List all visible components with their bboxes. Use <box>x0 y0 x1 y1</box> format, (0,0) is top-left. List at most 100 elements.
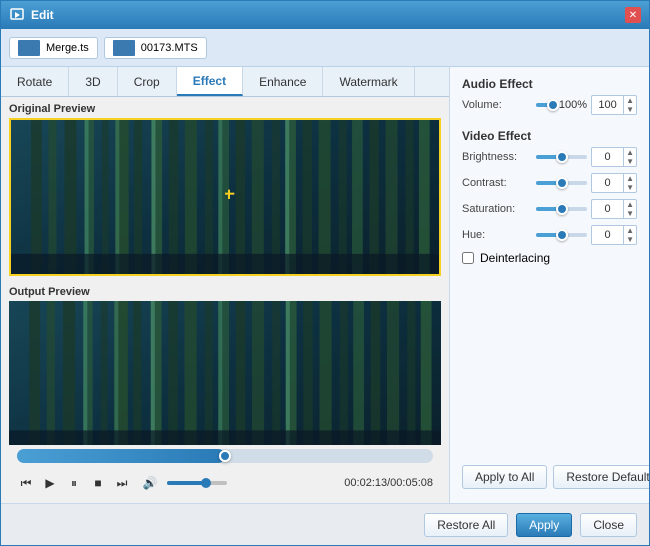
apply-to-all-button[interactable]: Apply to All <box>462 465 547 489</box>
window-title: Edit <box>31 8 625 22</box>
contrast-down[interactable]: ▼ <box>624 183 636 192</box>
skip-forward-button[interactable]: ⏭ <box>113 474 131 492</box>
volume-slider-track[interactable] <box>536 103 555 107</box>
volume-spin-down[interactable]: ▼ <box>624 105 636 114</box>
volume-row: Volume: 100% 100 ▲ ▼ <box>462 95 637 115</box>
tab-watermark[interactable]: Watermark <box>323 67 414 96</box>
pause-button[interactable]: ⏸ <box>65 474 83 492</box>
close-button[interactable]: Close <box>580 513 637 537</box>
tab-bar: Rotate 3D Crop Effect Enhance Watermark <box>1 67 449 97</box>
contrast-row: Contrast: 0 ▲ ▼ <box>462 173 637 193</box>
tab-rotate[interactable]: Rotate <box>1 67 69 96</box>
file-name-mts: 00173.MTS <box>141 42 198 54</box>
volume-icon: 🔊 <box>141 474 159 492</box>
contrast-slider[interactable] <box>536 181 587 185</box>
hue-label: Hue: <box>462 229 532 241</box>
app-icon <box>9 7 25 23</box>
saturation-arrows: ▲ ▼ <box>623 200 636 218</box>
play-button[interactable]: ▶ <box>41 474 59 492</box>
volume-slider[interactable] <box>167 481 227 485</box>
hue-value: 0 <box>592 229 623 241</box>
controls-bar: ⏮ ▶ ⏸ ■ ⏭ 🔊 00:02:13/00:05:08 <box>9 467 441 499</box>
saturation-thumb <box>556 203 568 215</box>
volume-thumb <box>201 478 211 488</box>
saturation-up[interactable]: ▲ <box>624 200 636 209</box>
brightness-label: Brightness: <box>462 151 532 163</box>
tab-enhance[interactable]: Enhance <box>243 67 323 96</box>
deinterlacing-row: Deinterlacing <box>462 251 637 265</box>
saturation-label: Saturation: <box>462 203 532 215</box>
brightness-row: Brightness: 0 ▲ ▼ <box>462 147 637 167</box>
contrast-spinbox[interactable]: 0 ▲ ▼ <box>591 173 637 193</box>
original-preview-label: Original Preview <box>9 103 441 115</box>
progress-thumb <box>219 450 231 462</box>
title-bar: Edit ✕ <box>1 1 649 29</box>
volume-slider-thumb <box>547 99 559 111</box>
tab-effect[interactable]: Effect <box>177 67 243 96</box>
hue-spinbox[interactable]: 0 ▲ ▼ <box>591 225 637 245</box>
video-effect-title: Video Effect <box>462 129 637 143</box>
tab-crop[interactable]: Crop <box>118 67 177 96</box>
original-video-container <box>9 118 441 276</box>
hue-row: Hue: 0 ▲ ▼ <box>462 225 637 245</box>
tab-3d[interactable]: 3D <box>69 67 117 96</box>
contrast-value: 0 <box>592 177 623 189</box>
deinterlacing-checkbox[interactable] <box>462 252 474 264</box>
file-name-merge: Merge.ts <box>46 42 89 54</box>
saturation-spinbox[interactable]: 0 ▲ ▼ <box>591 199 637 219</box>
mid-buttons: Apply to All Restore Defaults <box>462 465 637 489</box>
bottom-bar: Restore All Apply Close <box>1 503 649 545</box>
contrast-label: Contrast: <box>462 177 532 189</box>
audio-effect-title: Audio Effect <box>462 77 637 91</box>
brightness-slider[interactable] <box>536 155 587 159</box>
file-thumb-merge <box>18 40 40 56</box>
output-preview-section: Output Preview <box>1 282 449 503</box>
saturation-value: 0 <box>592 203 623 215</box>
saturation-down[interactable]: ▼ <box>624 209 636 218</box>
saturation-row: Saturation: 0 ▲ ▼ <box>462 199 637 219</box>
skip-back-button[interactable]: ⏮ <box>17 474 35 492</box>
original-preview-section: Original Preview <box>1 97 449 282</box>
saturation-slider[interactable] <box>536 207 587 211</box>
deinterlacing-label: Deinterlacing <box>480 251 550 265</box>
file-thumb-mts <box>113 40 135 56</box>
volume-spin-value: 100 <box>592 99 623 111</box>
stop-button[interactable]: ■ <box>89 474 107 492</box>
hue-down[interactable]: ▼ <box>624 235 636 244</box>
left-panel: Rotate 3D Crop Effect Enhance Watermark <box>1 67 449 503</box>
hue-thumb <box>556 229 568 241</box>
restore-defaults-button[interactable]: Restore Defaults <box>553 465 649 489</box>
brightness-arrows: ▲ ▼ <box>623 148 636 166</box>
video-effect-section: Video Effect Brightness: 0 ▲ ▼ <box>462 129 637 265</box>
file-item-mts[interactable]: 00173.MTS <box>104 37 207 59</box>
timecode: 00:02:13/00:05:08 <box>344 477 433 489</box>
contrast-up[interactable]: ▲ <box>624 174 636 183</box>
file-item-merge[interactable]: Merge.ts <box>9 37 98 59</box>
audio-effect-section: Audio Effect Volume: 100% 100 ▲ ▼ <box>462 77 637 121</box>
progress-bar[interactable] <box>17 449 433 463</box>
file-bar: Merge.ts 00173.MTS <box>1 29 649 67</box>
apply-button[interactable]: Apply <box>516 513 572 537</box>
brightness-spinbox[interactable]: 0 ▲ ▼ <box>591 147 637 167</box>
right-panel: Audio Effect Volume: 100% 100 ▲ ▼ <box>449 67 649 503</box>
output-video-container <box>9 301 441 445</box>
contrast-arrows: ▲ ▼ <box>623 174 636 192</box>
hue-up[interactable]: ▲ <box>624 226 636 235</box>
volume-label: Volume: <box>462 99 532 111</box>
volume-spin-up[interactable]: ▲ <box>624 96 636 105</box>
progress-fill <box>17 449 225 463</box>
volume-spinbox[interactable]: 100 ▲ ▼ <box>591 95 637 115</box>
volume-value: 100% <box>559 99 587 111</box>
main-area: Rotate 3D Crop Effect Enhance Watermark <box>1 67 649 503</box>
brightness-down[interactable]: ▼ <box>624 157 636 166</box>
hue-slider[interactable] <box>536 233 587 237</box>
edit-window: Edit ✕ Merge.ts 00173.MTS Rotate 3D <box>0 0 650 546</box>
restore-all-button[interactable]: Restore All <box>424 513 508 537</box>
brightness-value: 0 <box>592 151 623 163</box>
close-window-button[interactable]: ✕ <box>625 7 641 23</box>
hue-arrows: ▲ ▼ <box>623 226 636 244</box>
brightness-thumb <box>556 151 568 163</box>
output-preview-label: Output Preview <box>9 286 441 298</box>
volume-spin-arrows: ▲ ▼ <box>623 96 636 114</box>
brightness-up[interactable]: ▲ <box>624 148 636 157</box>
